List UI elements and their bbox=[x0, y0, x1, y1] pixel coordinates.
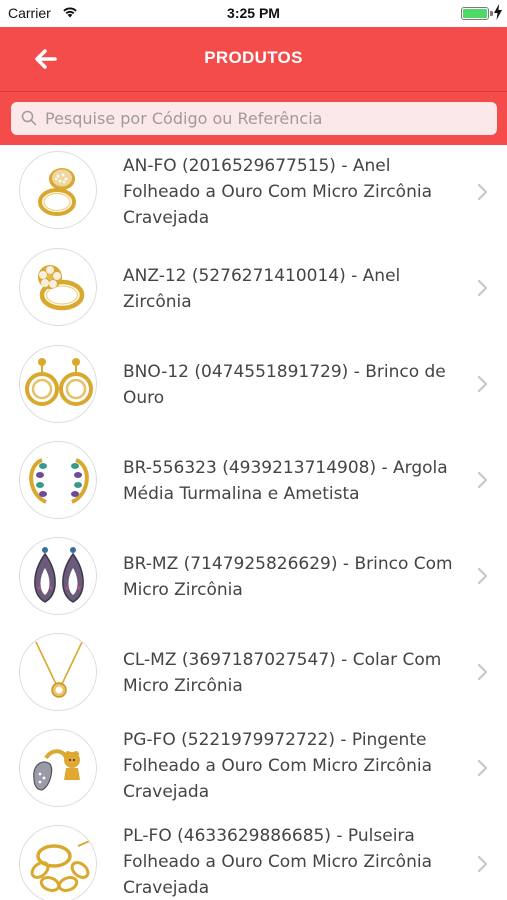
earring-drop-icon bbox=[19, 537, 97, 615]
product-label: BR-556323 (4939213714908) - Argola Média… bbox=[123, 458, 448, 504]
product-row[interactable]: PL-FO (4633629886685) - Pulseira Folhead… bbox=[0, 817, 507, 900]
nav-bar: PRODUTOS bbox=[0, 27, 507, 91]
product-label: PL-FO (4633629886685) - Pulseira Folhead… bbox=[123, 826, 432, 898]
product-label: ANZ-12 (5276271410014) - Anel Zircônia bbox=[123, 266, 401, 312]
chevron-right-icon bbox=[477, 375, 488, 393]
chevron-right-icon bbox=[477, 759, 488, 777]
product-label: BNO-12 (0474551891729) - Brinco de Ouro bbox=[123, 362, 446, 408]
product-row[interactable]: BR-556323 (4939213714908) - Argola Média… bbox=[0, 433, 507, 529]
pendant-icon bbox=[19, 729, 97, 807]
product-list: AN-FO (2016529677515) - Anel Folheado a … bbox=[0, 145, 507, 900]
product-label: AN-FO (2016529677515) - Anel Folheado a … bbox=[123, 156, 432, 228]
status-bar: Carrier 3:25 PM bbox=[0, 0, 507, 27]
ring-icon bbox=[19, 151, 97, 229]
product-row[interactable]: PG-FO (5221979972722) - Pingente Folhead… bbox=[0, 721, 507, 817]
clock: 3:25 PM bbox=[227, 5, 280, 21]
chevron-right-icon bbox=[477, 855, 488, 873]
chevron-right-icon bbox=[477, 567, 488, 585]
search-input[interactable] bbox=[45, 102, 485, 135]
earring-hoop-icon bbox=[19, 345, 97, 423]
search-icon bbox=[21, 110, 37, 126]
product-row[interactable]: AN-FO (2016529677515) - Anel Folheado a … bbox=[0, 145, 507, 241]
necklace-icon bbox=[19, 633, 97, 711]
charging-icon bbox=[494, 4, 502, 20]
product-label: CL-MZ (3697187027547) - Colar Com Micro … bbox=[123, 650, 442, 696]
product-row[interactable]: BR-MZ (7147925826629) - Brinco Com Micro… bbox=[0, 529, 507, 625]
ring-flower-icon bbox=[19, 248, 97, 326]
search-box[interactable] bbox=[11, 102, 497, 135]
search-bar bbox=[0, 91, 507, 145]
chevron-right-icon bbox=[477, 663, 488, 681]
product-row[interactable]: CL-MZ (3697187027547) - Colar Com Micro … bbox=[0, 625, 507, 721]
chevron-right-icon bbox=[477, 183, 488, 201]
bracelet-icon bbox=[19, 825, 97, 900]
chevron-right-icon bbox=[477, 471, 488, 489]
chevron-right-icon bbox=[477, 279, 488, 297]
product-row[interactable]: ANZ-12 (5276271410014) - Anel Zircônia bbox=[0, 241, 507, 337]
page-title: PRODUTOS bbox=[204, 48, 303, 67]
product-row[interactable]: BNO-12 (0474551891729) - Brinco de Ouro bbox=[0, 337, 507, 433]
argola-icon bbox=[19, 441, 97, 519]
product-label: BR-MZ (7147925826629) - Brinco Com Micro… bbox=[123, 554, 453, 600]
battery-icon bbox=[461, 7, 489, 20]
product-label: PG-FO (5221979972722) - Pingente Folhead… bbox=[123, 730, 432, 802]
